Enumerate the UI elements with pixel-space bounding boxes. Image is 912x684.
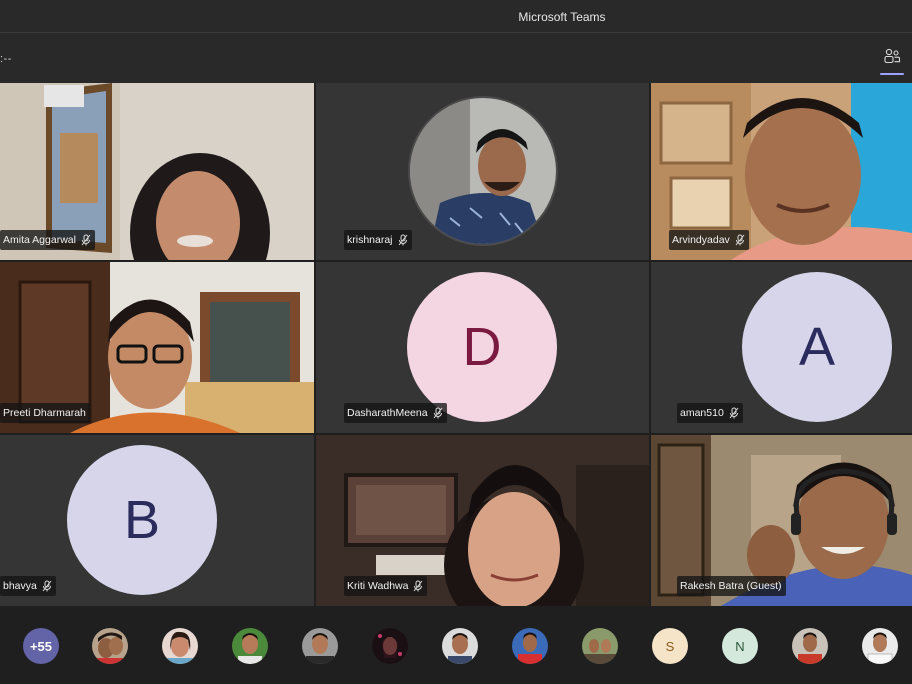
participant-tile-kriti-wadhwa[interactable]: Kriti Wadhwa xyxy=(316,435,649,606)
name-tag: Amita Aggarwal xyxy=(0,230,95,250)
initial-avatar: D xyxy=(407,272,557,422)
participant-avatar[interactable] xyxy=(372,628,408,664)
mic-muted-icon xyxy=(414,580,423,592)
mic-muted-icon xyxy=(398,234,407,246)
window-title: Microsoft Teams xyxy=(518,10,606,24)
profile-photo xyxy=(408,96,558,246)
name-tag: Arvindyadav xyxy=(669,230,749,250)
participant-tile-aman510[interactable]: A aman510 xyxy=(651,262,912,433)
participant-tile-rakesh-batra[interactable]: Rakesh Batra (Guest) xyxy=(651,435,912,606)
name-tag: DasharathMeena xyxy=(344,403,447,423)
participants-icon xyxy=(884,48,901,64)
participant-avatar[interactable] xyxy=(232,628,268,664)
participant-name: Kriti Wadhwa xyxy=(347,580,409,592)
participant-avatar[interactable] xyxy=(162,628,198,664)
meeting-toolbar: :-- xyxy=(0,32,912,83)
participant-tile-amita-aggarwal[interactable]: Amita Aggarwal xyxy=(0,83,314,260)
participant-avatar[interactable] xyxy=(512,628,548,664)
participant-name: Arvindyadav xyxy=(672,234,730,246)
participant-avatar[interactable] xyxy=(442,628,478,664)
mic-muted-icon xyxy=(433,407,442,419)
participant-tile-krishnaraj[interactable]: krishnaraj xyxy=(316,83,649,260)
meeting-timer: :-- xyxy=(0,53,12,65)
participant-overflow-bar: +55 S N xyxy=(0,606,912,684)
participant-avatar[interactable] xyxy=(582,628,618,664)
name-tag: krishnaraj xyxy=(344,230,412,250)
participant-tile-dasharathmeena[interactable]: D DasharathMeena xyxy=(316,262,649,433)
name-tag: Rakesh Batra (Guest) xyxy=(677,576,786,596)
participant-name: bhavya xyxy=(3,580,37,592)
name-tag: Preeti Dharmarah xyxy=(0,403,90,423)
participant-avatar[interactable] xyxy=(792,628,828,664)
name-tag: aman510 xyxy=(677,403,743,423)
initial-avatar: B xyxy=(67,445,217,595)
name-tag: Kriti Wadhwa xyxy=(344,576,428,596)
mic-muted-icon xyxy=(729,407,739,419)
name-tag: bhavya xyxy=(0,576,56,596)
participant-avatar-initial[interactable]: N xyxy=(722,628,758,664)
initial-avatar: A xyxy=(742,272,892,422)
participant-avatar[interactable] xyxy=(92,628,128,664)
participant-name: Amita Aggarwal xyxy=(3,234,76,246)
participant-avatar-initial[interactable]: S xyxy=(652,628,688,664)
participant-name: Rakesh Batra (Guest) xyxy=(680,580,782,592)
participant-avatar[interactable] xyxy=(302,628,338,664)
participant-name: DasharathMeena xyxy=(347,407,428,419)
participant-avatar[interactable] xyxy=(862,628,898,664)
title-bar: Microsoft Teams xyxy=(0,0,912,32)
active-indicator xyxy=(880,73,904,75)
participant-tile-bhavya[interactable]: B bhavya xyxy=(0,435,314,606)
mic-muted-icon xyxy=(81,234,91,246)
participants-button[interactable] xyxy=(880,47,904,75)
participant-tile-preeti-dharmarah[interactable]: Preeti Dharmarah xyxy=(0,262,314,433)
participant-name: Preeti Dharmarah xyxy=(3,407,86,419)
mic-muted-icon xyxy=(42,580,52,592)
participant-name: aman510 xyxy=(680,407,724,419)
participant-name: krishnaraj xyxy=(347,234,393,246)
mic-muted-icon xyxy=(735,234,745,246)
video-grid: Amita Aggarwal krishnaraj Arvindyadav Pr… xyxy=(0,83,912,606)
overflow-count-badge[interactable]: +55 xyxy=(23,628,59,664)
participant-tile-arvindyadav[interactable]: Arvindyadav xyxy=(651,83,912,260)
